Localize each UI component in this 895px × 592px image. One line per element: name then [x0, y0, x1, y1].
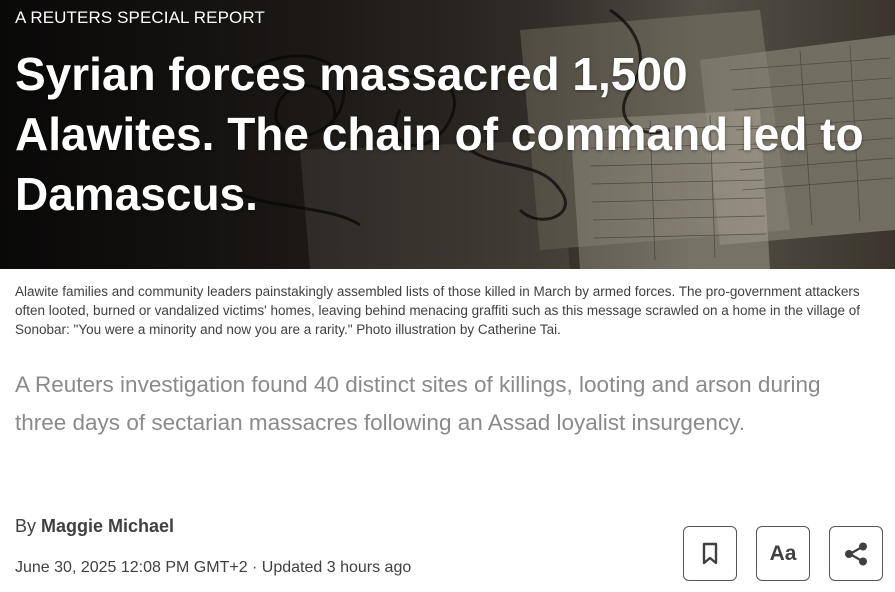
publish-date: June 30, 2025 12:08 PM GMT+2 · Updated 3…	[15, 559, 412, 576]
text-size-button[interactable]: Aa	[756, 526, 810, 581]
article-headline: Syrian forces massacred 1,500 Alawites. …	[15, 48, 864, 220]
share-button[interactable]	[829, 526, 883, 581]
byline: By Maggie Michael	[15, 516, 174, 537]
save-article-button[interactable]	[683, 526, 737, 581]
photo-caption: Alawite families and community leaders p…	[15, 284, 861, 337]
share-icon	[845, 542, 867, 565]
byline-prefix: By	[15, 516, 37, 536]
report-kicker[interactable]: A REUTERS SPECIAL REPORT	[15, 8, 265, 28]
article-summary: A Reuters investigation found 40 distinc…	[15, 372, 821, 435]
author-link[interactable]: Maggie Michael	[41, 516, 174, 536]
text-size-label: Aa	[769, 541, 797, 565]
hero-image: A REUTERS SPECIAL REPORT Syrian forces m…	[0, 0, 895, 269]
bookmark-icon	[702, 542, 718, 564]
